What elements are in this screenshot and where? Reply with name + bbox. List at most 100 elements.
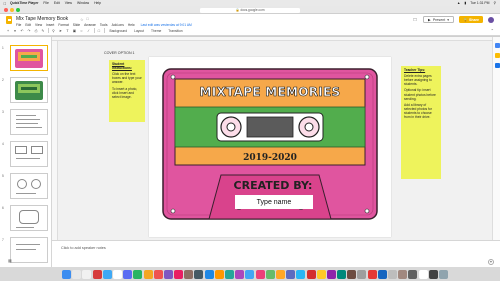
transition-button[interactable]: Transition — [166, 29, 184, 33]
tasks-icon[interactable] — [494, 63, 500, 68]
redo-icon[interactable]: ↷ — [27, 29, 31, 33]
speaker-notes-panel[interactable]: Click to add speaker notes ✦ — [52, 240, 500, 267]
dock-app-icon[interactable] — [112, 269, 122, 279]
dock-app-icon[interactable] — [337, 269, 347, 279]
present-button[interactable]: ▶ Present ▾ — [423, 16, 455, 23]
battery-icon[interactable]: ▮ — [464, 1, 466, 5]
chevron-down-icon[interactable]: ▾ — [13, 29, 17, 33]
dock-app-icon[interactable] — [245, 269, 255, 279]
select-icon[interactable]: ➤ — [59, 29, 63, 33]
dock-app-icon[interactable] — [316, 269, 326, 279]
close-window-button[interactable] — [4, 8, 8, 12]
zoom-icon[interactable]: ⚲ — [52, 29, 56, 33]
menu-view[interactable]: View — [65, 1, 72, 5]
image-icon[interactable]: ▣ — [73, 29, 77, 33]
tape-title-text[interactable]: MIXTAPE MEMORIES — [193, 85, 347, 100]
current-slide[interactable]: MIXTAPE MEMORIES 2019-2020 CREATED BY: T… — [149, 57, 391, 237]
dock-app-icon[interactable] — [286, 269, 296, 279]
slide-thumbnail[interactable]: 6 — [2, 205, 50, 233]
print-icon[interactable]: ⎙ — [34, 29, 38, 33]
dock-app-icon[interactable] — [102, 269, 112, 279]
new-slide-icon[interactable]: + — [6, 29, 10, 33]
dock-app-icon[interactable] — [72, 269, 82, 279]
dock-app-icon[interactable] — [62, 269, 71, 279]
shape-icon[interactable]: ○ — [80, 29, 84, 33]
dock-app-icon[interactable] — [184, 269, 194, 279]
dock-app-icon[interactable] — [377, 269, 387, 279]
doc-title[interactable]: Mix Tape Memory Book — [16, 16, 68, 22]
search-icon[interactable]: ⚲ — [494, 1, 496, 5]
dock-app-icon[interactable] — [235, 269, 245, 279]
paint-format-icon[interactable]: ✎ — [41, 29, 45, 33]
student-instructions-note[interactable]: Student Instructions: Click on the text … — [109, 60, 145, 122]
wifi-icon[interactable]: ▲ — [457, 1, 460, 5]
apple-icon[interactable]:  — [0, 1, 10, 6]
dock-app-icon[interactable] — [367, 269, 377, 279]
dock-app-icon[interactable] — [388, 269, 397, 279]
menu-window[interactable]: Window — [77, 1, 89, 5]
dock-app-icon[interactable] — [306, 269, 316, 279]
share-button[interactable]: 🔒 Share — [459, 16, 483, 23]
school-year-text[interactable]: 2019-2020 — [219, 153, 321, 163]
dock-app-icon[interactable] — [255, 269, 265, 279]
slide-thumbnail[interactable]: 3 — [2, 109, 50, 137]
name-text-box[interactable]: Type name — [235, 195, 313, 209]
undo-icon[interactable]: ↶ — [20, 29, 24, 33]
dock-app-icon[interactable] — [398, 269, 408, 279]
slide-thumbnail[interactable]: 2 — [2, 77, 50, 105]
chevron-up-icon[interactable]: ⌃ — [491, 28, 494, 33]
grid-view-icon[interactable]: ▦ — [8, 258, 12, 263]
text-box-icon[interactable]: T — [66, 29, 70, 33]
teacher-tips-note[interactable]: Teacher Tips: Delete extra pages before … — [401, 66, 441, 179]
dock-app-icon[interactable] — [92, 269, 102, 279]
menu-edit[interactable]: Edit — [54, 1, 60, 5]
calendar-icon[interactable] — [494, 43, 500, 48]
dock-app-icon[interactable] — [347, 269, 357, 279]
keep-icon[interactable] — [494, 53, 500, 58]
background-button[interactable]: Background — [108, 29, 130, 33]
dock-app-icon[interactable] — [428, 269, 438, 279]
slide-thumbnail[interactable]: 5 — [2, 173, 50, 201]
dock-app-icon[interactable] — [418, 269, 428, 279]
dock-app-icon[interactable] — [357, 269, 367, 279]
dock-app-icon[interactable] — [296, 269, 306, 279]
dock-app-icon[interactable] — [153, 269, 163, 279]
created-by-text[interactable]: CREATED BY: — [223, 179, 323, 192]
address-bar[interactable]: 🔒 docs.google.com — [200, 7, 300, 13]
comments-button[interactable]: □ — [412, 17, 418, 23]
dock-app-icon[interactable] — [133, 269, 143, 279]
dock-app-icon[interactable] — [123, 269, 133, 279]
star-icon[interactable]: ☆ — [80, 17, 83, 22]
dock-app-icon[interactable] — [143, 269, 153, 279]
dock-app-icon[interactable] — [225, 269, 234, 279]
dock-app-icon[interactable] — [326, 269, 336, 279]
menu-help[interactable]: Help — [94, 1, 101, 5]
dock-app-icon[interactable] — [163, 269, 173, 279]
speaker-notes-placeholder[interactable]: Click to add speaker notes — [61, 246, 106, 250]
menu-app-name[interactable]: QuickTime Player — [10, 1, 38, 5]
menu-clock[interactable]: Tue 1:31 PM — [470, 1, 489, 5]
layout-button[interactable]: Layout — [132, 29, 146, 33]
minimize-window-button[interactable] — [10, 8, 14, 12]
dock-app-icon[interactable] — [174, 269, 184, 279]
zoom-window-button[interactable] — [16, 8, 20, 12]
slides-logo-icon[interactable] — [6, 16, 12, 24]
slide-thumbnail[interactable]: 4 — [2, 141, 50, 169]
dock-app-icon[interactable] — [275, 269, 285, 279]
dock-app-icon[interactable] — [408, 269, 418, 279]
dock-app-icon[interactable] — [265, 269, 275, 279]
dock-app-icon[interactable] — [82, 269, 92, 279]
dock-app-icon[interactable] — [194, 269, 204, 279]
comment-add-icon[interactable]: □ — [97, 29, 101, 33]
cover-option-label[interactable]: COVER OPTION 1 — [104, 51, 135, 55]
theme-button[interactable]: Theme — [149, 29, 163, 33]
dock-app-icon[interactable] — [214, 269, 224, 279]
line-icon[interactable]: ⁄ — [87, 29, 91, 33]
dock-app-icon[interactable] — [438, 269, 448, 279]
menu-file[interactable]: File — [43, 1, 48, 5]
avatar[interactable] — [488, 16, 494, 23]
move-folder-icon[interactable]: □ — [86, 17, 88, 22]
slide-thumbnail[interactable]: 1 — [2, 45, 50, 73]
explore-icon[interactable]: ✦ — [488, 259, 494, 265]
dock-app-icon[interactable] — [204, 269, 214, 279]
